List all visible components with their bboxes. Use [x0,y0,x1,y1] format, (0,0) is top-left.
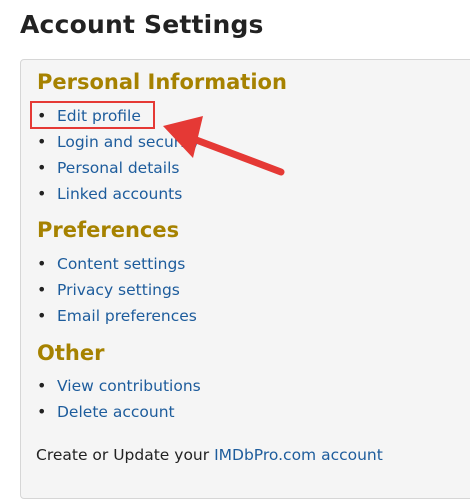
linked-accounts-link[interactable]: Linked accounts [57,185,182,203]
highlight-box [30,101,155,129]
bullet: • [37,402,47,421]
page-title: Account Settings [20,10,264,39]
content-settings-link[interactable]: Content settings [57,255,185,273]
bullet: • [37,158,47,177]
bullet: • [37,254,47,273]
list-item-view-contributions: • View contributions [37,375,201,397]
bullet: • [37,306,47,325]
section-heading-personal-information: Personal Information [37,70,287,94]
list-item-privacy-settings: • Privacy settings [37,279,180,301]
bullet: • [37,280,47,299]
login-and-security-link[interactable]: Login and security [57,133,200,151]
imdbpro-footer: Create or Update your IMDbPro.com accoun… [36,444,383,466]
section-heading-other: Other [37,341,105,365]
bullet: • [37,184,47,203]
bullet: • [37,132,47,151]
view-contributions-link[interactable]: View contributions [57,377,201,395]
list-item-email-preferences: • Email preferences [37,305,197,327]
email-preferences-link[interactable]: Email preferences [57,307,197,325]
list-item-delete-account: • Delete account [37,401,175,423]
imdbpro-account-link[interactable]: IMDbPro.com account [214,446,383,464]
footer-text: Create or Update your [36,446,210,464]
list-item-content-settings: • Content settings [37,253,185,275]
bullet: • [37,376,47,395]
list-item-login-security: • Login and security [37,131,200,153]
personal-details-link[interactable]: Personal details [57,159,179,177]
section-heading-preferences: Preferences [37,218,180,242]
list-item-linked-accounts: • Linked accounts [37,183,182,205]
privacy-settings-link[interactable]: Privacy settings [57,281,180,299]
delete-account-link[interactable]: Delete account [57,403,175,421]
list-item-personal-details: • Personal details [37,157,179,179]
